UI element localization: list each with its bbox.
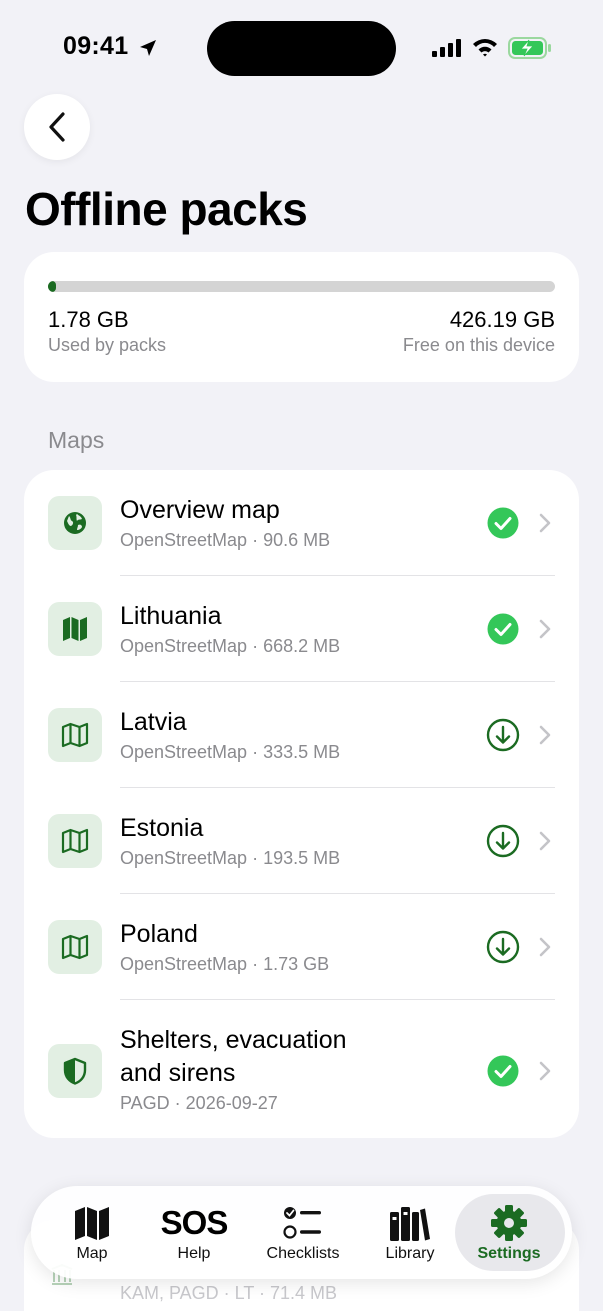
location-arrow-icon	[140, 40, 156, 56]
row-icon-tile	[48, 708, 102, 762]
checkmark-circle-icon	[487, 507, 519, 539]
tab-help-icon-wrap: SOS	[140, 1203, 248, 1243]
chevron-right-icon	[539, 513, 551, 533]
checkmark-circle-icon	[487, 613, 519, 645]
section-header-maps: Maps	[48, 427, 105, 453]
map-outline-icon	[61, 828, 89, 854]
wifi-icon	[473, 39, 497, 57]
checklist-icon	[283, 1207, 321, 1239]
chevron-right-icon	[539, 1061, 551, 1081]
storage-progress-fill	[48, 281, 57, 292]
row-subtitle: OpenStreetMap · 668.2 MB	[120, 636, 341, 656]
chevron-right-icon	[539, 937, 551, 957]
tab-bar: Map SOS Help Checklists Library Settings	[31, 1186, 572, 1279]
row-title-line1: Shelters, evacuation	[120, 1026, 347, 1054]
status-time: 09:41	[63, 32, 129, 60]
storage-card: 1.78 GB Used by packs 426.19 GB Free on …	[24, 252, 579, 382]
tab-settings[interactable]: Settings	[455, 1186, 565, 1279]
chevron-right-icon	[539, 831, 551, 851]
storage-free-value: 426.19 GB	[449, 307, 555, 332]
row-icon-tile	[48, 1044, 102, 1098]
row-title: Overview map	[120, 496, 280, 524]
map-outline-icon	[61, 934, 89, 960]
page-title: Offline packs	[25, 183, 308, 235]
storage-progress-bar	[48, 281, 555, 292]
row-icon-tile	[48, 814, 102, 868]
tab-checklists[interactable]: Checklists	[249, 1186, 357, 1279]
row-icon-tile	[48, 496, 102, 550]
list-item[interactable]: Overview map OpenStreetMap · 90.6 MB	[24, 470, 579, 576]
map-filled-icon	[63, 617, 87, 641]
checkmark-circle-icon	[487, 1055, 519, 1087]
row-title: Poland	[120, 920, 198, 948]
tab-checklists-icon-wrap	[249, 1203, 357, 1243]
books-icon	[390, 1207, 430, 1241]
tab-label: Settings	[477, 1245, 541, 1262]
row-subtitle: PAGD · 2026-09-27	[120, 1093, 278, 1113]
chevron-left-icon	[49, 112, 65, 142]
row-subtitle: OpenStreetMap · 1.73 GB	[120, 954, 330, 974]
tab-library[interactable]: Library	[356, 1186, 464, 1279]
map-icon	[75, 1207, 109, 1240]
tab-settings-icon-wrap	[455, 1203, 563, 1243]
cellular-signal-icon	[432, 39, 461, 57]
tab-map[interactable]: Map	[38, 1186, 146, 1279]
row-title-line2: and sirens	[120, 1059, 236, 1087]
tab-help[interactable]: SOS Help	[140, 1186, 248, 1279]
tab-library-icon-wrap	[356, 1203, 464, 1243]
download-circle-icon[interactable]	[486, 824, 520, 858]
list-item[interactable]: Poland OpenStreetMap · 1.73 GB	[24, 894, 579, 1000]
tab-label: Help	[177, 1245, 211, 1262]
battery-charging-icon	[508, 37, 551, 59]
status-bar: 09:41	[0, 0, 603, 96]
row-title: Estonia	[120, 814, 204, 842]
maps-list: Overview map OpenStreetMap · 90.6 MB Lit…	[24, 470, 579, 1138]
row-title: Lithuania	[120, 602, 222, 630]
row-subtitle: OpenStreetMap · 193.5 MB	[120, 848, 341, 868]
tab-map-icon-wrap	[38, 1203, 146, 1243]
row-icon-tile	[48, 602, 102, 656]
list-item[interactable]: Estonia OpenStreetMap · 193.5 MB	[24, 788, 579, 894]
list-item[interactable]: Lithuania OpenStreetMap · 668.2 MB	[24, 576, 579, 682]
sos-icon: SOS	[160, 1204, 229, 1241]
gear-icon	[491, 1205, 527, 1241]
tab-label: Checklists	[266, 1245, 340, 1262]
chevron-right-icon	[539, 725, 551, 745]
download-circle-icon[interactable]	[486, 718, 520, 752]
list-item[interactable]: Latvia OpenStreetMap · 333.5 MB	[24, 682, 579, 788]
shield-icon	[63, 1057, 87, 1085]
tab-label: Map	[76, 1245, 108, 1262]
chevron-right-icon	[539, 619, 551, 639]
row-icon-tile	[48, 920, 102, 974]
library-item-subtitle: KAM, PAGD · LT · 71.4 MB	[120, 1283, 338, 1303]
dynamic-island	[207, 21, 396, 76]
map-outline-icon	[61, 722, 89, 748]
row-subtitle: OpenStreetMap · 90.6 MB	[120, 530, 331, 550]
row-subtitle: OpenStreetMap · 333.5 MB	[120, 742, 341, 762]
storage-free-label: Free on this device	[402, 335, 555, 355]
tab-label: Library	[385, 1245, 435, 1262]
storage-used-label: Used by packs	[48, 335, 167, 355]
row-title: Latvia	[120, 708, 187, 736]
storage-used-value: 1.78 GB	[48, 307, 129, 332]
back-button[interactable]	[24, 94, 90, 160]
globe-icon	[64, 512, 86, 534]
download-circle-icon[interactable]	[486, 930, 520, 964]
list-item[interactable]: Shelters, evacuation and sirens PAGD · 2…	[24, 1000, 579, 1138]
